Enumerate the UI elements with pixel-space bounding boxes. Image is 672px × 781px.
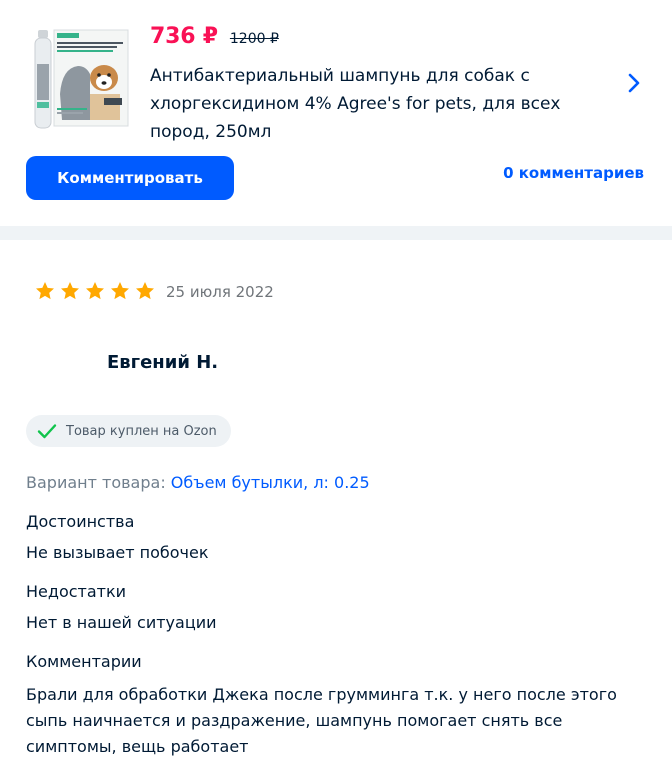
star-icon	[36, 282, 54, 300]
comment-label: Комментарии	[26, 652, 142, 671]
section-divider	[0, 226, 672, 240]
product-card: 736 ₽ 1200 ₽ Антибактериальный шампунь д…	[0, 0, 672, 226]
product-bottle-image[interactable]	[32, 24, 130, 132]
variant-label: Вариант товара:	[26, 473, 166, 492]
comment-text: Брали для обработки Джека после грумминг…	[26, 685, 617, 756]
comment-button[interactable]: Комментировать	[26, 156, 234, 200]
product-variant: Вариант товара: Объем бутылки, л: 0.25	[26, 473, 370, 492]
star-icon	[61, 282, 79, 300]
star-icon	[111, 282, 129, 300]
pros-text: Не вызывает побочек	[26, 543, 209, 562]
pros-label: Достоинства	[26, 512, 135, 531]
check-icon	[37, 424, 57, 439]
cons-label: Недостатки	[26, 582, 127, 601]
current-price: 736 ₽	[150, 24, 218, 49]
old-price: 1200 ₽	[229, 31, 279, 47]
product-title[interactable]: Антибактериальный шампунь для собак с хл…	[150, 62, 620, 146]
variant-value[interactable]: Объем бутылки, л: 0.25	[171, 473, 370, 492]
rating-stars	[34, 280, 156, 302]
review-card: 25 июля 2022 Евгений Н. Товар куплен на …	[0, 240, 672, 781]
cons-text: Нет в нашей ситуации	[26, 613, 217, 632]
purchase-badge: Товар куплен на Ozon	[26, 415, 231, 447]
comments-count-link[interactable]: 0 комментариев	[503, 164, 644, 182]
review-date: 25 июля 2022	[166, 283, 274, 301]
price-row: 736 ₽ 1200 ₽	[150, 24, 279, 49]
purchase-badge-text: Товар куплен на Ozon	[66, 423, 217, 439]
star-icon	[136, 282, 154, 300]
author-name: Евгений Н.	[107, 352, 219, 373]
star-icon	[86, 282, 104, 300]
chevron-right-icon[interactable]	[624, 70, 644, 96]
